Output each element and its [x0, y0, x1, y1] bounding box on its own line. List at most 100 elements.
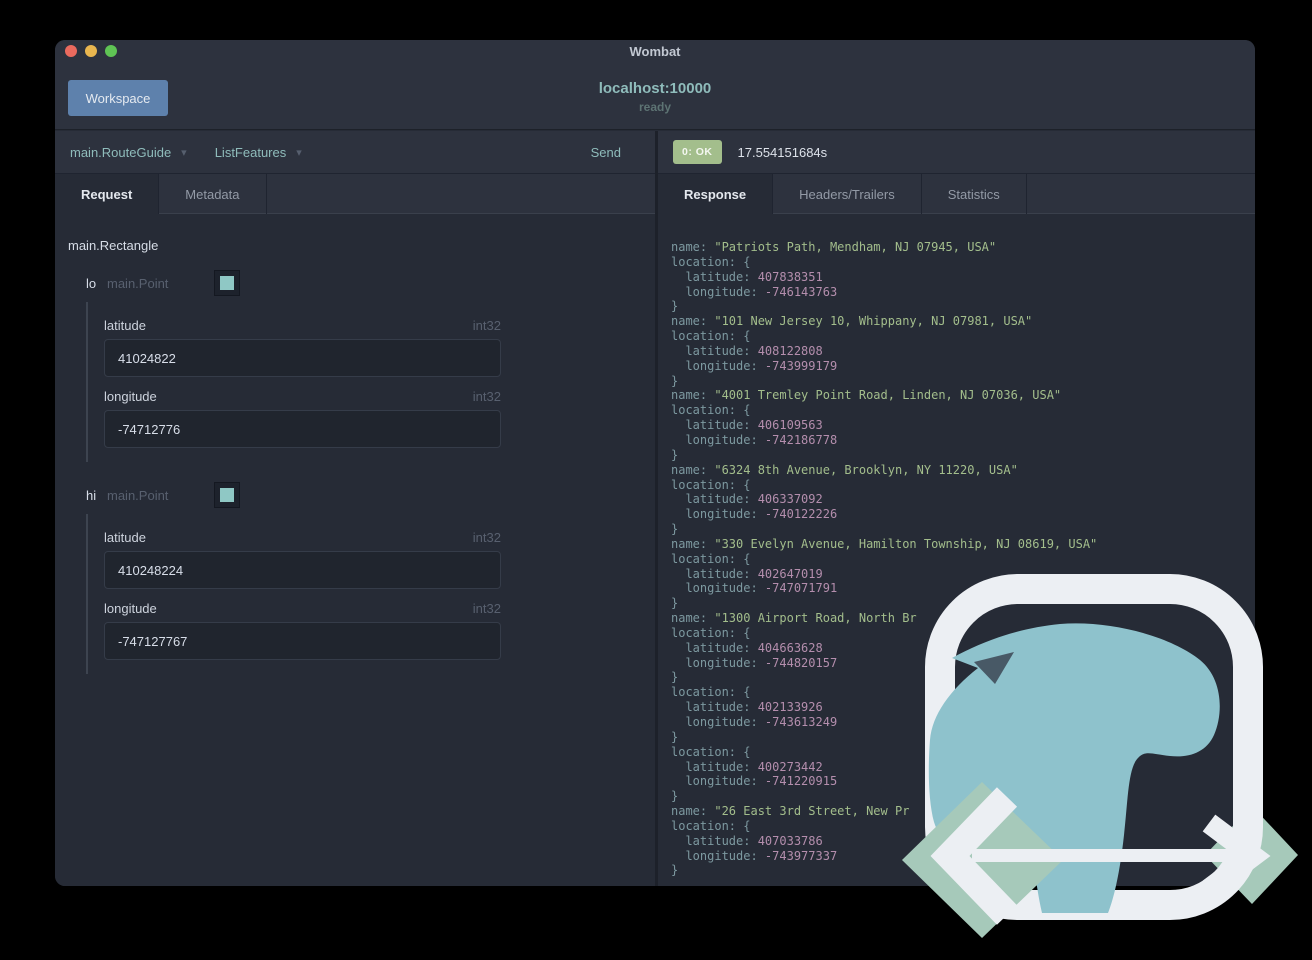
response-line: latitude: 406109563 — [671, 418, 823, 433]
main-split: main.RouteGuide ▾ ListFeatures ▾ Send Re… — [55, 131, 1255, 886]
request-panel: main.RouteGuide ▾ ListFeatures ▾ Send Re… — [55, 131, 655, 886]
response-line: name: "Patriots Path, Mendham, NJ 07945,… — [671, 240, 997, 254]
hi-latitude-input[interactable] — [104, 551, 501, 589]
tab-response[interactable]: Response — [658, 174, 774, 215]
tab-metadata[interactable]: Metadata — [159, 174, 267, 215]
response-tabstrip: Response Headers/Trailers Statistics — [658, 174, 1255, 215]
response-line: location: { — [671, 329, 751, 344]
response-line: name: "4001 Tremley Point Road, Linden, … — [671, 388, 1062, 403]
response-line: name: "6324 8th Avenue, Brooklyn, NY 112… — [671, 462, 1018, 477]
field-type: main.Point — [107, 275, 169, 291]
service-select[interactable]: main.RouteGuide ▾ — [70, 145, 187, 160]
response-line: longitude: -740122226 — [671, 507, 838, 522]
response-line: latitude: 402133926 — [671, 700, 823, 715]
app-header: Wombat Workspace localhost:10000 ready — [55, 40, 1255, 130]
send-button[interactable]: Send — [591, 145, 621, 160]
response-content: name: "Patriots Path, Mendham, NJ 07945,… — [658, 214, 1255, 886]
field-label-row: longitude int32 — [104, 389, 501, 404]
response-line: latitude: 407033786 — [671, 833, 823, 848]
response-line: latitude: 408122808 — [671, 343, 823, 358]
field-label-row: longitude int32 — [104, 601, 501, 616]
checkbox-fill — [220, 276, 235, 290]
response-line: longitude: -744820157 — [671, 655, 838, 670]
field-group-hi: hi main.Point — [86, 482, 655, 508]
connection-status: ready — [638, 100, 672, 114]
wombat-app-window: Wombat Workspace localhost:10000 ready m… — [55, 40, 1255, 886]
field-proto-type: int32 — [472, 318, 501, 333]
response-line: } — [671, 596, 679, 611]
response-line: latitude: 402647019 — [671, 566, 823, 581]
response-line: } — [671, 299, 679, 314]
response-line: longitude: -743977337 — [671, 848, 838, 863]
response-line: name: "1300 Airport Road, North Br — [671, 611, 917, 626]
response-line: location: { — [671, 744, 751, 759]
lo-checkbox[interactable] — [214, 270, 241, 296]
message-type-label: main.Rectangle — [68, 238, 159, 253]
field-label: longitude — [104, 601, 157, 616]
method-select[interactable]: ListFeatures ▾ — [215, 145, 302, 160]
response-line: name: "330 Evelyn Avenue, Hamilton Towns… — [671, 536, 1098, 551]
tab-request[interactable]: Request — [55, 174, 160, 215]
response-line: } — [671, 447, 679, 462]
field-label-row: latitude int32 — [104, 318, 501, 333]
response-line: } — [671, 863, 679, 878]
response-line: latitude: 407838351 — [671, 269, 823, 284]
response-line: location: { — [671, 254, 751, 269]
field-name: lo — [86, 275, 97, 291]
request-content: main.Rectangle lo main.Point latitude int32… — [55, 214, 655, 886]
response-line: } — [671, 789, 679, 804]
response-line: longitude: -743613249 — [671, 715, 838, 729]
field-proto-type: int32 — [472, 389, 501, 404]
hi-checkbox[interactable] — [214, 482, 241, 508]
field-label-row: latitude int32 — [104, 530, 501, 545]
response-output: name: "Patriots Path, Mendham, NJ 07945,… — [658, 214, 1255, 878]
response-line: longitude: -747071791 — [671, 581, 838, 596]
lo-longitude-input[interactable] — [104, 410, 501, 448]
response-line: longitude: -741220915 — [671, 774, 838, 789]
response-line: } — [671, 670, 679, 685]
connection-info: localhost:10000 ready — [55, 80, 1255, 114]
duration-label: 17.554151684s — [737, 144, 828, 160]
response-line: latitude: 406337092 — [671, 492, 823, 507]
host-address: localhost:10000 — [598, 80, 712, 97]
response-line: } — [671, 373, 679, 388]
response-line: } — [671, 522, 679, 537]
response-line: longitude: -742186778 — [671, 432, 838, 447]
service-select-value: main.RouteGuide — [70, 144, 172, 160]
hi-group: latitude int32 longitude int32 — [86, 514, 655, 674]
chevron-down-icon: ▾ — [181, 146, 187, 159]
checkbox-fill — [220, 488, 235, 502]
field-label: latitude — [104, 318, 146, 333]
response-line: name: "26 East 3rd Street, New Pr — [671, 804, 910, 819]
field-label: longitude — [104, 389, 157, 404]
response-line: location: { — [671, 403, 751, 418]
response-panel: 0: OK 17.554151684s Response Headers/Trai… — [658, 131, 1255, 886]
field-group-lo: lo main.Point — [86, 270, 655, 296]
response-line: location: { — [671, 685, 751, 700]
lo-group: latitude int32 longitude int32 — [86, 302, 655, 462]
response-line: location: { — [671, 818, 751, 833]
response-line: location: { — [671, 477, 751, 492]
tab-statistics[interactable]: Statistics — [922, 174, 1027, 215]
field-type: main.Point — [107, 487, 169, 503]
response-line: latitude: 400273442 — [671, 759, 823, 774]
window-title: Wombat — [629, 44, 681, 59]
method-select-value: ListFeatures — [214, 144, 287, 160]
lo-latitude-input[interactable] — [104, 339, 501, 377]
hi-longitude-input[interactable] — [104, 622, 501, 660]
tab-headers-trailers[interactable]: Headers/Trailers — [773, 174, 922, 215]
response-line: longitude: -746143763 — [671, 284, 838, 299]
field-proto-type: int32 — [472, 530, 501, 545]
status-badge: 0: OK — [673, 140, 722, 164]
request-toolbar: main.RouteGuide ▾ ListFeatures ▾ Send — [55, 131, 655, 174]
response-line: longitude: -743999179 — [671, 358, 838, 373]
response-line: location: { — [671, 625, 751, 640]
field-proto-type: int32 — [472, 601, 501, 616]
response-line: location: { — [671, 551, 751, 566]
response-line: name: "101 New Jersey 10, Whippany, NJ 0… — [671, 314, 1033, 329]
request-tabstrip: Request Metadata — [55, 174, 655, 215]
field-name: hi — [86, 487, 97, 503]
response-line: latitude: 404663628 — [671, 640, 823, 655]
request-form: main.Rectangle lo main.Point latitude int32… — [55, 214, 655, 674]
chevron-down-icon: ▾ — [296, 146, 302, 159]
